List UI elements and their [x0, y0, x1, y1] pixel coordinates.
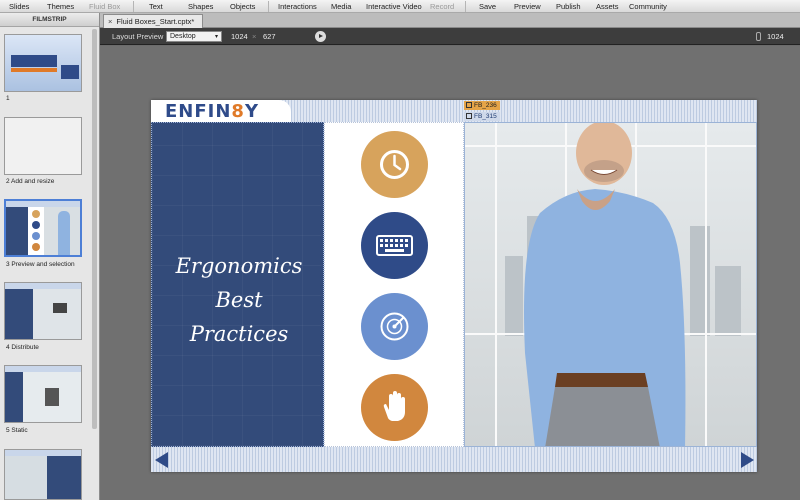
- menu-themes[interactable]: Themes: [47, 2, 74, 11]
- slide-title[interactable]: Ergonomics Best Practices: [156, 249, 322, 351]
- thumbnail-side-panel: [5, 372, 23, 422]
- filmstrip-scrollbar[interactable]: [92, 29, 97, 429]
- fluid-box-label-315[interactable]: FB_315: [464, 112, 500, 121]
- filmstrip-panel: FILMSTRIP 1 2 Add and resize 3 Preview a…: [0, 13, 100, 500]
- hand-icon[interactable]: [361, 374, 428, 441]
- menu-slides[interactable]: Slides: [9, 2, 29, 11]
- logo-suffix: Y: [244, 101, 259, 122]
- thumbnail-side-panel: [47, 456, 81, 499]
- thumbnail-title-panel: [6, 207, 28, 255]
- thumbnail-person: [58, 211, 70, 255]
- menu-record: Record: [430, 2, 455, 11]
- slide-thumbnail-4[interactable]: [4, 282, 82, 340]
- slide-label-5: 5 Static: [6, 427, 28, 434]
- dimension-separator: ×: [252, 32, 257, 41]
- close-tab-icon[interactable]: ×: [108, 17, 112, 26]
- chevron-down-icon: ▾: [214, 34, 218, 40]
- logo-tab: ENFIN8Y: [151, 100, 291, 122]
- menu-bar: Slides Themes Fluid Box Text Shapes Obje…: [0, 0, 800, 13]
- menu-shapes[interactable]: Shapes: [188, 2, 213, 11]
- logo-prefix: ENFIN: [165, 101, 232, 122]
- tab-title: Fluid Boxes_Start.cptx*: [116, 17, 195, 26]
- icon-fluid-box[interactable]: [324, 122, 464, 447]
- radar-icon-graphic: [380, 312, 409, 341]
- title-fluid-box[interactable]: Ergonomics Best Practices: [151, 122, 324, 447]
- thumbnail-desk: [53, 303, 67, 313]
- thumbnail-photo: [5, 456, 47, 499]
- menu-media[interactable]: Media: [331, 2, 351, 11]
- layout-preview-bar: Layout Preview Desktop ▾ 1024 × 627 1024: [100, 28, 800, 45]
- thumbnail-photo: [33, 289, 81, 339]
- slide-thumbnail-6[interactable]: [4, 449, 82, 500]
- fluid-box-name: FB_236: [474, 102, 497, 109]
- thumbnail-desk: [45, 388, 59, 406]
- clock-icon-graphic: [380, 150, 409, 179]
- fluid-box-label-236[interactable]: FB_236: [464, 101, 500, 110]
- thumbnail-banner: [11, 55, 57, 67]
- layout-preview-label: Layout Preview: [112, 32, 164, 41]
- menu-objects[interactable]: Objects: [230, 2, 255, 11]
- fluid-box-name: FB_315: [474, 113, 497, 120]
- slide-label-1: 1: [6, 95, 10, 102]
- fluid-box-icon: [466, 113, 472, 119]
- slide-label-4: 4 Distribute: [6, 344, 39, 351]
- logo-eight: 8: [231, 101, 245, 122]
- slide-thumbnail-5[interactable]: [4, 365, 82, 423]
- thumbnail-dot: [32, 243, 40, 251]
- menu-separator: [268, 1, 269, 12]
- menu-publish[interactable]: Publish: [556, 2, 581, 11]
- menu-text[interactable]: Text: [149, 2, 163, 11]
- next-arrow-icon[interactable]: [741, 452, 754, 468]
- play-icon[interactable]: [315, 31, 326, 42]
- menu-interactions[interactable]: Interactions: [278, 2, 317, 11]
- thumbnail-stripe: [11, 68, 57, 72]
- thumbnail-background: [5, 118, 81, 174]
- hand-icon-graphic: [383, 391, 405, 421]
- slide-label-2: 2 Add and resize: [6, 178, 55, 185]
- slide-thumbnail-1[interactable]: [4, 34, 82, 92]
- menu-preview[interactable]: Preview: [514, 2, 541, 11]
- tab-fluid-boxes-start[interactable]: × Fluid Boxes_Start.cptx*: [103, 14, 204, 28]
- document-tab-bar: × Fluid Boxes_Start.cptx*: [100, 13, 800, 28]
- fluid-box-icon: [466, 102, 472, 108]
- enfinity-logo: ENFIN8Y: [165, 101, 259, 122]
- photo-fluid-box[interactable]: [464, 122, 757, 447]
- ruler-marker-icon[interactable]: [756, 32, 761, 41]
- keyboard-icon[interactable]: [361, 212, 428, 279]
- previous-arrow-icon[interactable]: [155, 452, 168, 468]
- thumbnail-dot: [32, 221, 40, 229]
- slide-footer-band: [151, 447, 757, 472]
- menu-save[interactable]: Save: [479, 2, 496, 11]
- clock-icon[interactable]: [361, 131, 428, 198]
- radar-icon[interactable]: [361, 293, 428, 360]
- keyboard-icon-graphic: [376, 235, 413, 256]
- thumbnail-dot: [32, 232, 40, 240]
- slide-canvas[interactable]: ENFIN8Y FB_236 FB_315 Ergonomics Best Pr…: [151, 100, 757, 472]
- thumbnail-icons: [61, 65, 79, 79]
- menu-separator: [133, 1, 134, 12]
- menu-interactive-video[interactable]: Interactive Video: [366, 2, 422, 11]
- ruler-width-readout: 1024: [767, 32, 784, 41]
- thumbnail-dot: [32, 210, 40, 218]
- menu-assets[interactable]: Assets: [596, 2, 619, 11]
- menu-fluid-box: Fluid Box: [89, 2, 121, 11]
- man-in-blue-shirt-photo: [524, 123, 686, 446]
- preview-width[interactable]: 1024: [231, 32, 248, 41]
- slide-label-3: 3 Preview and selection: [6, 261, 75, 268]
- menu-separator: [465, 1, 466, 12]
- menu-community[interactable]: Community: [629, 2, 667, 11]
- preview-height[interactable]: 627: [263, 32, 276, 41]
- thumbnail-side-panel: [5, 289, 33, 339]
- slide-thumbnail-2[interactable]: [4, 117, 82, 175]
- title-line-2: Practices: [189, 322, 289, 346]
- title-line-1: Ergonomics Best: [175, 254, 303, 312]
- device-select-value: Desktop: [170, 33, 196, 40]
- slide-thumbnail-3[interactable]: [4, 199, 82, 257]
- filmstrip-header: FILMSTRIP: [0, 13, 99, 27]
- device-select[interactable]: Desktop ▾: [166, 31, 222, 42]
